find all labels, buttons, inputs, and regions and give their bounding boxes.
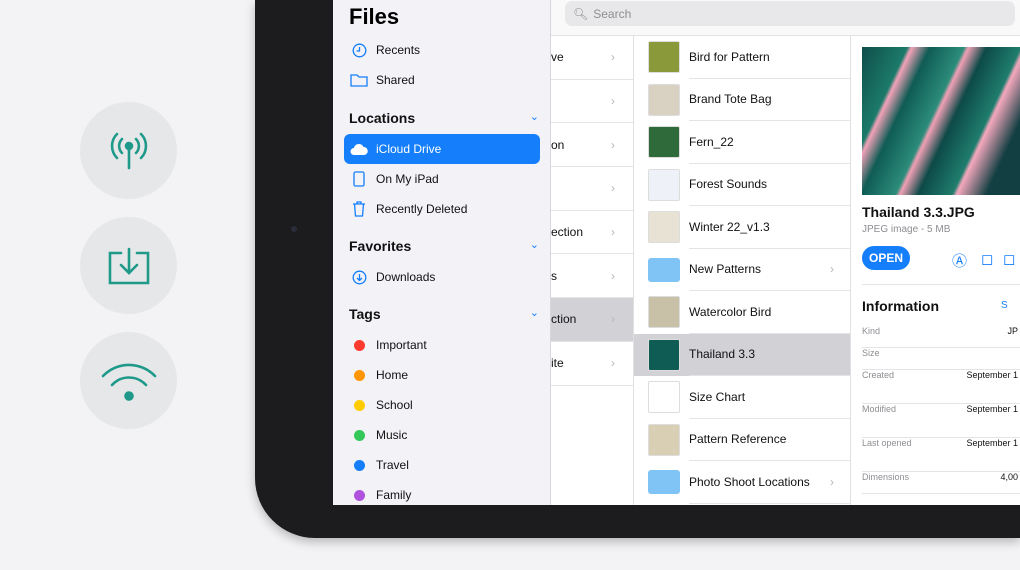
file-thumbnail <box>648 381 680 414</box>
sidebar-item-recently-deleted[interactable]: Recently Deleted <box>344 194 540 224</box>
preview-image <box>862 47 1020 195</box>
sidebar-item-recents[interactable]: Recents <box>344 35 540 65</box>
file-row[interactable]: Fern_22 <box>634 121 850 164</box>
sidebar-item-tag[interactable]: Music <box>344 420 540 450</box>
sidebar: Files Recents Shared Locations ⌄ iCloud D… <box>333 0 551 505</box>
file-row[interactable]: Thailand 3.3 <box>634 333 850 376</box>
sidebar-item-downloads[interactable]: Downloads <box>344 262 540 292</box>
folder-row[interactable]: › <box>551 80 633 124</box>
tags-header[interactable]: Tags ⌄ <box>349 306 539 322</box>
folder-row[interactable]: ve › <box>551 36 633 80</box>
info-row: Kind JP <box>862 326 1020 348</box>
folder-row[interactable]: s › <box>551 254 633 299</box>
info-row: Modified September 1 <box>862 404 1020 438</box>
chevron-down-icon[interactable]: ⌄ <box>530 306 539 322</box>
favorites-header[interactable]: Favorites ⌄ <box>349 238 539 254</box>
sidebar-item-tag[interactable]: Travel <box>344 450 540 480</box>
tag-color-dot <box>353 429 365 441</box>
folder-row[interactable]: › <box>551 167 633 211</box>
file-row[interactable]: Brand Tote Bag <box>634 79 850 121</box>
chevron-right-icon: › <box>611 312 615 327</box>
file-thumbnail <box>648 41 680 74</box>
chevron-right-icon: › <box>611 181 615 196</box>
sidebar-item-shared[interactable]: Shared <box>344 65 540 95</box>
file-row[interactable]: Pattern Reference <box>634 419 850 461</box>
locations-header[interactable]: Locations ⌄ <box>349 110 539 126</box>
open-button[interactable]: OPEN <box>862 246 910 270</box>
chevron-right-icon: › <box>830 474 834 489</box>
file-thumbnail <box>648 423 680 456</box>
cloud-icon <box>350 140 368 158</box>
chevron-right-icon: › <box>611 50 615 65</box>
search-icon: 🔍︎ <box>573 6 589 21</box>
information-header: Information <box>862 298 939 314</box>
folder-row[interactable]: ection › <box>551 211 633 255</box>
file-thumbnail <box>648 168 680 201</box>
chevron-right-icon: › <box>611 94 615 109</box>
preview-pane: Thailand 3.3.JPG JPEG image - 5 MB OPEN … <box>851 36 1020 505</box>
ipad-icon <box>350 170 368 188</box>
tag-color-dot <box>353 369 365 381</box>
file-row[interactable]: Bird for Pattern <box>634 36 850 79</box>
chevron-down-icon[interactable]: ⌄ <box>530 238 539 254</box>
file-thumbnail <box>648 83 680 116</box>
download-circle-icon <box>350 268 368 286</box>
show-more-link[interactable]: S <box>1001 300 1008 311</box>
chevron-right-icon: › <box>830 262 834 277</box>
info-row: Dimensions 4,00 <box>862 472 1020 494</box>
file-thumbnail <box>648 296 680 329</box>
folder-column: ve › › on › › ection › s › ction › ite › <box>551 36 633 386</box>
file-meta: JPEG image - 5 MB <box>862 224 951 235</box>
chevron-right-icon: › <box>611 137 615 152</box>
sidebar-item-tag[interactable]: Important <box>344 330 540 360</box>
sidebar-item-tag[interactable]: Home <box>344 360 540 390</box>
markup-icon[interactable]: Ⓐ <box>952 250 967 271</box>
file-thumbnail <box>648 126 680 159</box>
divider <box>862 284 1020 285</box>
files-app: 🔍︎ Search Files Recents Shared Locations ⌄… <box>333 0 1020 505</box>
chevron-down-icon[interactable]: ⌄ <box>530 110 539 126</box>
file-row[interactable]: Forest Sounds <box>634 164 850 206</box>
sidebar-item-tag[interactable]: Family <box>344 480 540 510</box>
file-name: Thailand 3.3.JPG <box>862 204 975 220</box>
tag-color-dot <box>353 459 365 471</box>
chevron-right-icon: › <box>611 268 615 283</box>
tag-color-dot <box>353 399 365 411</box>
folder-row[interactable]: ction › <box>551 298 633 342</box>
sidebar-item-on-my-ipad[interactable]: On My iPad <box>344 164 540 194</box>
folder-icon <box>648 257 680 282</box>
trash-icon <box>350 200 368 218</box>
sidebar-item-icloud-drive[interactable]: iCloud Drive <box>344 134 540 164</box>
info-row: Created September 1 <box>862 370 1020 404</box>
file-row[interactable]: Winter 22_v1.3 <box>634 206 850 249</box>
file-row[interactable]: New Patterns › <box>634 249 850 291</box>
file-column: Bird for Pattern Brand Tote Bag Fern_22 For… <box>633 36 851 505</box>
antenna-icon <box>80 102 177 199</box>
chevron-right-icon: › <box>611 356 615 371</box>
info-row: Last opened September 1 <box>862 438 1020 472</box>
clock-icon <box>350 41 368 59</box>
search-input[interactable]: 🔍︎ Search <box>565 1 1015 26</box>
more-actions-icon[interactable]: ◻ <box>1003 250 1015 268</box>
tag-color-dot <box>353 339 365 351</box>
download-tray-icon <box>80 217 177 314</box>
file-row[interactable]: Size Chart <box>634 376 850 419</box>
chevron-right-icon: › <box>611 225 615 240</box>
folder-icon <box>648 470 680 495</box>
info-row: Size <box>862 348 1020 370</box>
sidebar-item-tag[interactable]: School <box>344 390 540 420</box>
rotate-icon[interactable]: ◻ <box>981 250 993 268</box>
page-title: Files <box>349 4 400 29</box>
folder-row[interactable]: ite › <box>551 342 633 386</box>
file-row[interactable]: Watercolor Bird <box>634 291 850 334</box>
file-row[interactable]: Photo Shoot Locations › <box>634 461 850 504</box>
file-thumbnail <box>648 338 680 371</box>
tag-color-dot <box>353 489 365 501</box>
file-thumbnail <box>648 211 680 244</box>
wifi-icon <box>80 332 177 429</box>
folder-row[interactable]: on › <box>551 123 633 168</box>
camera <box>291 226 297 232</box>
shared-folder-icon <box>350 71 368 89</box>
